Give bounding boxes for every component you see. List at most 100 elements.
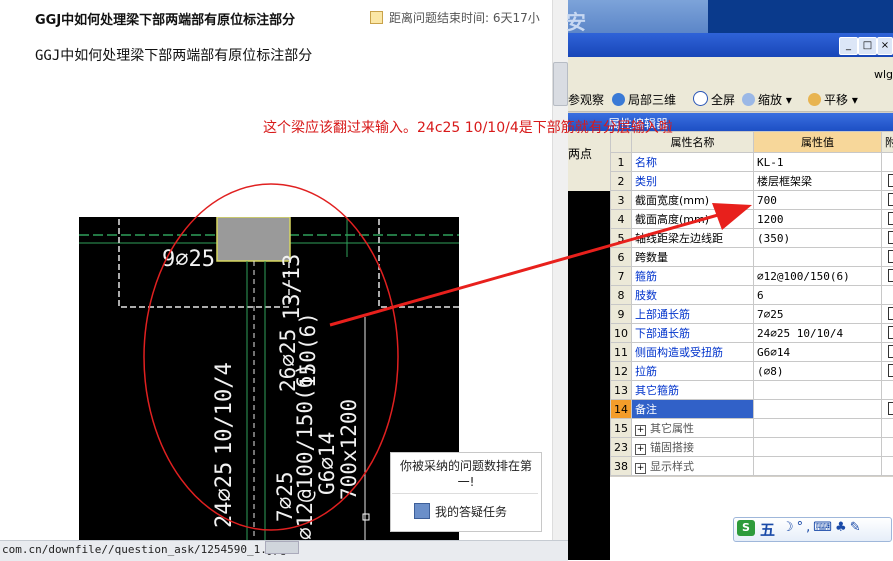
horizontal-scroll-thumb[interactable] xyxy=(265,541,299,554)
pan-button[interactable]: 平移 ▾ xyxy=(808,91,858,108)
property-value[interactable] xyxy=(754,457,882,476)
row-index: 23 xyxy=(611,438,632,457)
attach-checkbox[interactable] xyxy=(888,212,893,225)
property-name-cell[interactable]: +其它属性 xyxy=(632,419,754,438)
attach-cell[interactable] xyxy=(882,248,893,267)
menu-strip xyxy=(568,57,893,87)
grid-row[interactable]: 11侧面构造或受扭筋G6⌀14 xyxy=(611,343,893,362)
row-index: 11 xyxy=(611,343,632,362)
ime-logo-icon[interactable]: S xyxy=(737,520,755,536)
attach-cell[interactable] xyxy=(882,229,893,248)
property-value[interactable]: 24⌀25 10/10/4 xyxy=(754,324,882,343)
grid-row[interactable]: 38+显示样式 xyxy=(611,457,893,476)
attach-cell[interactable] xyxy=(882,324,893,343)
property-name-cell[interactable]: 名称 xyxy=(632,153,754,172)
grid-row[interactable]: 15+其它属性 xyxy=(611,419,893,438)
attach-checkbox[interactable] xyxy=(888,193,893,206)
property-value[interactable]: KL-1 xyxy=(754,153,882,172)
property-value[interactable]: 1200 xyxy=(754,210,882,229)
grid-row[interactable]: 7箍筋⌀12@100/150(6) xyxy=(611,267,893,286)
property-value[interactable]: ⌀12@100/150(6) xyxy=(754,267,882,286)
grid-row[interactable]: 8肢数6 xyxy=(611,286,893,305)
property-name-cell[interactable]: +显示样式 xyxy=(632,457,754,476)
my-tasks-link[interactable]: 我的答疑任务 xyxy=(414,503,507,520)
menu-label[interactable]: wlg xyxy=(874,68,893,81)
maximize-button[interactable]: □ xyxy=(858,37,877,55)
popup-message: 你被采纳的问题数排在第一! xyxy=(398,458,534,490)
property-name: 轴线距梁左边线距 xyxy=(635,232,723,245)
property-value[interactable] xyxy=(754,400,882,419)
attach-checkbox[interactable] xyxy=(888,364,893,377)
property-name-cell[interactable]: 截面宽度(mm) xyxy=(632,191,754,210)
grid-row[interactable]: 4截面高度(mm)1200 xyxy=(611,210,893,229)
property-name-cell[interactable]: 跨数量 xyxy=(632,248,754,267)
property-value[interactable]: (350) xyxy=(754,229,882,248)
two-point-label[interactable]: 两点 xyxy=(568,145,592,162)
ime-mode[interactable]: 五 xyxy=(760,519,775,540)
property-value[interactable]: 700 xyxy=(754,191,882,210)
property-name-cell[interactable]: +锚固搭接 xyxy=(632,438,754,457)
zoom-button[interactable]: 缩放 ▾ xyxy=(742,91,792,108)
close-button[interactable]: × xyxy=(877,37,893,55)
property-value[interactable]: 7⌀25 xyxy=(754,305,882,324)
attach-cell[interactable] xyxy=(882,267,893,286)
property-name-cell[interactable]: 侧面构造或受扭筋 xyxy=(632,343,754,362)
grid-row[interactable]: 12拉筋(⌀8) xyxy=(611,362,893,381)
grid-row[interactable]: 10下部通长筋24⌀25 10/10/4 xyxy=(611,324,893,343)
attach-checkbox[interactable] xyxy=(888,174,893,187)
scrollbar-thumb[interactable] xyxy=(553,62,568,106)
expand-icon[interactable]: + xyxy=(635,425,646,436)
property-name-cell[interactable]: 轴线距梁左边线距 xyxy=(632,229,754,248)
countdown-text: 距离问题结束时间: 6天17小 xyxy=(389,11,540,25)
attach-cell[interactable] xyxy=(882,191,893,210)
grid-row[interactable]: 6跨数量 xyxy=(611,248,893,267)
attach-cell[interactable] xyxy=(882,362,893,381)
local-3d-button[interactable]: 局部三维 xyxy=(612,91,676,108)
attach-checkbox[interactable] xyxy=(888,307,893,320)
fullscreen-button[interactable]: 全屏 xyxy=(693,91,735,108)
grid-row[interactable]: 9上部通长筋7⌀25 xyxy=(611,305,893,324)
grid-row[interactable]: 23+锚固搭接 xyxy=(611,438,893,457)
property-name-cell[interactable]: 其它箍筋 xyxy=(632,381,754,400)
property-name-cell[interactable]: 上部通长筋 xyxy=(632,305,754,324)
minimize-button[interactable]: _ xyxy=(839,37,858,55)
attach-checkbox[interactable] xyxy=(888,345,893,358)
property-name-cell[interactable]: 截面高度(mm) xyxy=(632,210,754,229)
attach-cell[interactable] xyxy=(882,172,893,191)
property-value[interactable]: (⌀8) xyxy=(754,362,882,381)
attach-checkbox[interactable] xyxy=(888,231,893,244)
property-name-cell[interactable]: 备注 xyxy=(632,400,754,419)
property-name-cell[interactable]: 类别 xyxy=(632,172,754,191)
property-name: 名称 xyxy=(635,156,657,169)
grid-row[interactable]: 1名称KL-1 xyxy=(611,153,893,172)
attach-cell[interactable] xyxy=(882,400,893,419)
expand-icon[interactable]: + xyxy=(635,444,646,455)
attach-checkbox[interactable] xyxy=(888,402,893,415)
property-value[interactable]: 6 xyxy=(754,286,882,305)
grid-row[interactable]: 3截面宽度(mm)700 xyxy=(611,191,893,210)
property-value[interactable]: G6⌀14 xyxy=(754,343,882,362)
attach-cell[interactable] xyxy=(882,343,893,362)
property-name-cell[interactable]: 拉筋 xyxy=(632,362,754,381)
property-value[interactable]: 楼层框架梁 xyxy=(754,172,882,191)
property-value[interactable] xyxy=(754,248,882,267)
attach-checkbox[interactable] xyxy=(888,269,893,282)
grid-row[interactable]: 2类别楼层框架梁 xyxy=(611,172,893,191)
property-name-cell[interactable]: 下部通长筋 xyxy=(632,324,754,343)
ime-tool-icons[interactable]: ☽°,⌨♣✎ xyxy=(782,520,864,535)
property-value[interactable] xyxy=(754,381,882,400)
fullscreen-label: 全屏 xyxy=(711,93,735,107)
grid-row[interactable]: 14备注 xyxy=(611,400,893,419)
attach-cell[interactable] xyxy=(882,305,893,324)
property-name-cell[interactable]: 箍筋 xyxy=(632,267,754,286)
observe-button[interactable]: 参观察 xyxy=(568,91,604,108)
property-name-cell[interactable]: 肢数 xyxy=(632,286,754,305)
attach-checkbox[interactable] xyxy=(888,250,893,263)
attach-checkbox[interactable] xyxy=(888,326,893,339)
expand-icon[interactable]: + xyxy=(635,463,646,474)
grid-row[interactable]: 13其它箍筋 xyxy=(611,381,893,400)
property-value[interactable] xyxy=(754,438,882,457)
property-value[interactable] xyxy=(754,419,882,438)
grid-row[interactable]: 5轴线距梁左边线距(350) xyxy=(611,229,893,248)
attach-cell[interactable] xyxy=(882,210,893,229)
